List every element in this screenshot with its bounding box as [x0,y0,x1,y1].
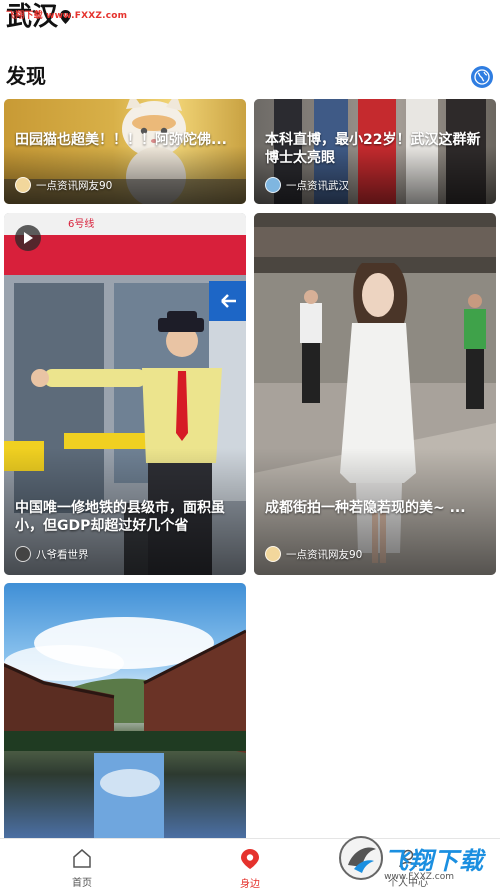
watermark-logo-text: 飞翔下载 [384,846,484,875]
card-source-name: 一点资讯网友90 [36,179,113,192]
card-title: 中国唯一修地铁的县级市，面积虽小，但GDP却超过好几个省 [15,500,225,534]
section-title: 发现 [6,64,46,88]
card-source-name: 一点资讯网友90 [286,548,363,561]
location-pin-icon [241,849,259,873]
card-source: 一点资讯武汉 [265,177,349,193]
feed-card[interactable]: 成都街拍一种若隐若现的美~ ... 一点资讯网友90 [254,213,496,575]
feed-card[interactable]: 6号线 中国唯一修地铁的县级市，面积虽小，但GDP却超过好几个省 八爷看世界 [4,213,246,575]
card-source: 一点资讯网友90 [265,546,362,562]
card-source: 一点资讯网友90 [15,177,112,193]
card-title: 田园猫也超美！！！！阿弥陀佛... [15,132,227,148]
tab-home[interactable]: 首页 [52,849,112,889]
avatar [265,177,281,193]
card-image [4,583,246,838]
feed-card[interactable] [4,583,246,838]
watermark-url: www.FXXZ.com [384,872,454,882]
globe-icon[interactable] [471,66,493,88]
card-source-name: 八爷看世界 [36,548,89,561]
watermark-text: 飞翔下载 www.FXXZ.com [6,11,128,21]
avatar [265,546,281,562]
play-icon[interactable] [15,225,41,251]
feed-card[interactable]: 田园猫也超美！！！！阿弥陀佛... 一点资讯网友90 [4,99,246,204]
avatar [15,177,31,193]
home-icon [72,849,92,872]
watermark-logo-icon [339,836,383,880]
svg-text:6号线: 6号线 [68,217,94,230]
avatar [15,546,31,562]
card-title: 本科直博，最小22岁！武汉这群新博士太亮眼 [265,132,481,166]
feed-card[interactable]: 本科直博，最小22岁！武汉这群新博士太亮眼 一点资讯武汉 [254,99,496,204]
tab-nearby[interactable]: 身边 [220,849,280,889]
watermark-logo: 飞翔下载 www.FXXZ.com [338,832,494,884]
card-source-name: 一点资讯武汉 [286,179,349,192]
card-overlay [4,146,246,204]
tab-home-label: 首页 [72,878,92,889]
tab-nearby-label: 身边 [240,879,260,889]
card-title: 成都街拍一种若隐若现的美~ ... [265,500,466,516]
card-source: 八爷看世界 [15,546,89,562]
